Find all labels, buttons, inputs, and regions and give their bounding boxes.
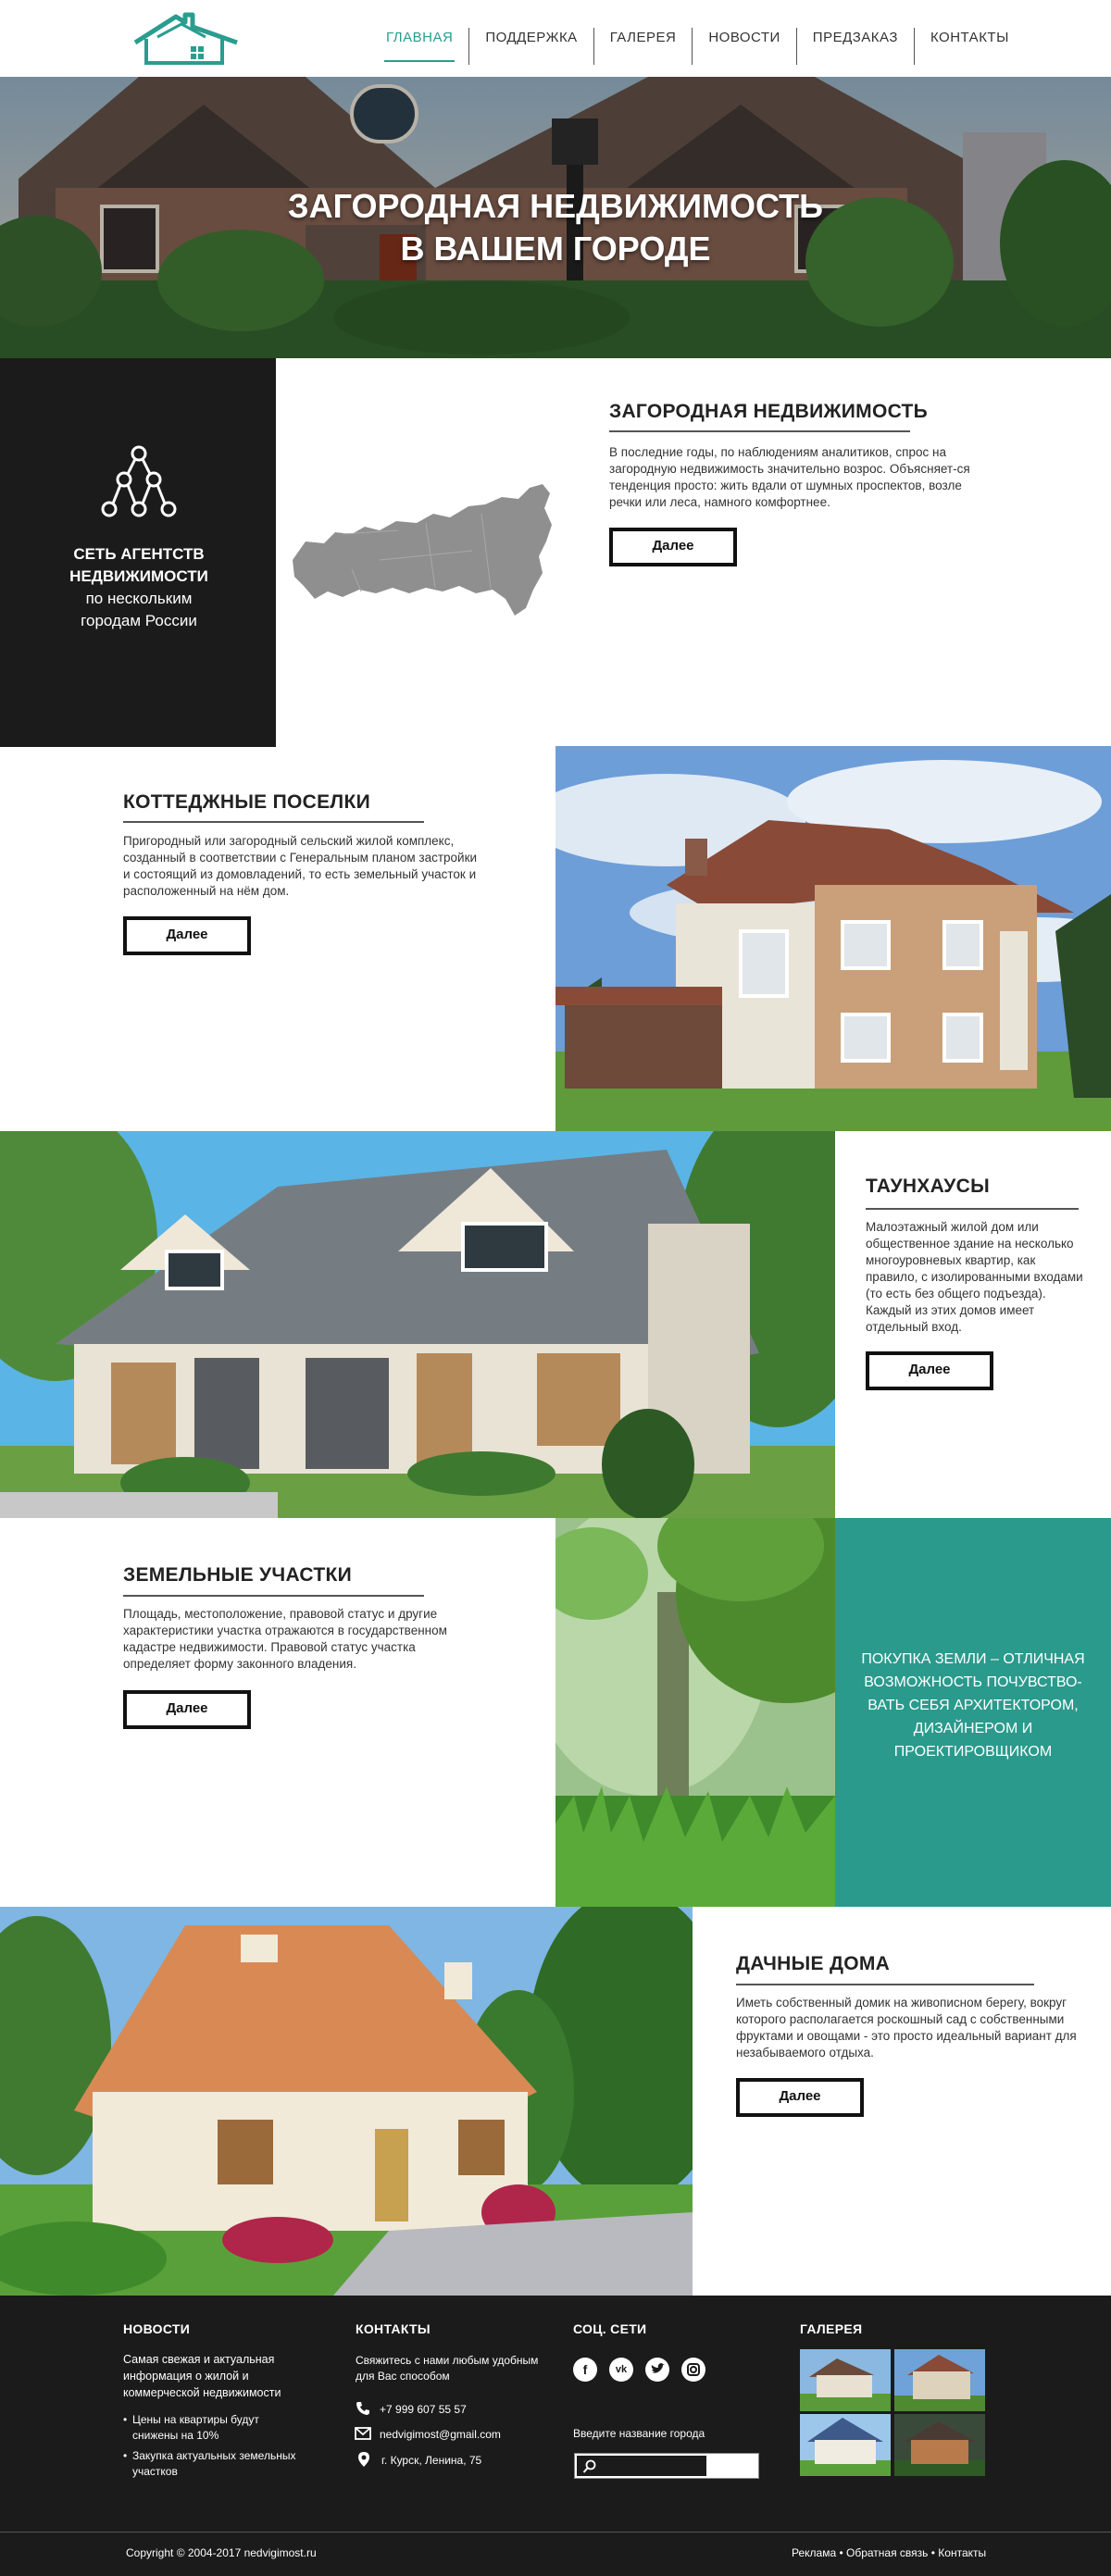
agency-line-3: по нескольким (85, 590, 193, 607)
section-title-townhouse: ТАУНХАУСЫ (866, 1176, 990, 1197)
copyright: Copyright © 2004-2017 nedvigimost.ru (126, 2546, 317, 2559)
russia-map-icon (293, 484, 552, 616)
section-text-townhouse: Малоэтажный жилой дом или общественное з… (866, 1220, 1083, 1334)
hero-title: ЗАГОРОДНАЯ НЕДВИЖИМОСТЬ В ВАШЕМ ГОРОДЕ (288, 187, 823, 268)
contact-phone[interactable]: +7 999 607 55 57 (380, 2402, 467, 2418)
section-text-cottage: Пригородный или загородный сельский жило… (123, 834, 478, 898)
title-underline (736, 1984, 1034, 1985)
gallery-thumbnail[interactable] (894, 2414, 985, 2476)
agency-line-4: городам России (81, 612, 197, 629)
agency-description: СЕТЬ АГЕНТСТВ НЕДВИЖИМОСТИ по нескольким… (28, 543, 250, 632)
city-search-label: Введите название города (573, 2427, 705, 2440)
network-tree-icon (101, 445, 177, 517)
nav-item-gallery[interactable]: ГАЛЕРЕЯ (594, 0, 693, 67)
footer-gallery-heading: ГАЛЕРЕЯ (800, 2321, 863, 2336)
section-text-land: Площадь, местоположение, правовой статус… (123, 1607, 447, 1671)
section-title-dacha: ДАЧНЫЕ ДОМА (736, 1953, 891, 1974)
facebook-icon[interactable]: f (573, 2358, 597, 2382)
forest-photo (556, 1518, 835, 1907)
townhouse-photo (0, 1131, 835, 1518)
nav-item-preorder[interactable]: ПРЕДЗАКАЗ (797, 0, 914, 67)
agency-line-2: НЕДВИЖИМОСТИ (69, 567, 208, 585)
section-title-land: ЗЕМЕЛЬНЫЕ УЧАСТКИ (123, 1564, 352, 1586)
title-underline (123, 1595, 424, 1597)
phone-icon (356, 2402, 369, 2415)
bullet: • (123, 2449, 128, 2462)
section-title-cottage: КОТТЕДЖНЫЕ ПОСЕЛКИ (123, 791, 370, 813)
footer-news-item[interactable]: • Закупка актуальных земельных участков (123, 2448, 304, 2480)
title-underline (866, 1208, 1079, 1210)
section-text-country: В последние годы, по наблюдениям аналити… (609, 445, 970, 509)
instagram-icon[interactable] (681, 2358, 705, 2382)
teal-promo-text: ПОКУПКА ЗЕМЛИ – ОТЛИЧНАЯ ВОЗМОЖНОСТЬ ПОЧ… (861, 1651, 1085, 1760)
gallery-thumbnail[interactable] (800, 2414, 891, 2476)
footer-social-heading: СОЦ. СЕТИ (573, 2321, 647, 2336)
vk-icon[interactable]: vk (609, 2358, 633, 2382)
gallery-thumbnail[interactable] (800, 2349, 891, 2411)
city-search-field (576, 2455, 707, 2477)
footer-contacts-intro: Свяжитесь с нами любым удобным для Вас с… (356, 2354, 539, 2383)
footer-news-item[interactable]: • Цены на квартиры будут снижены на 10% (123, 2412, 304, 2444)
cottage-photo (556, 746, 1111, 1131)
footer-links[interactable]: Реклама • Обратная связь • Контакты (792, 2545, 986, 2561)
section-title-country: ЗАГОРОДНАЯ НЕДВИЖИМОСТЬ (609, 401, 929, 422)
nav-item-home[interactable]: ГЛАВНАЯ (370, 0, 468, 67)
site-header: ГЛАВНАЯ ПОДДЕРЖКА ГАЛЕРЕЯ НОВОСТИ ПРЕДЗА… (0, 0, 1111, 77)
more-button-dacha[interactable]: Далее (736, 2078, 864, 2117)
agency-line-1: СЕТЬ АГЕНТСТВ (73, 545, 205, 563)
nav-item-contacts[interactable]: КОНТАКТЫ (915, 0, 1025, 67)
footer-news-heading: НОВОСТИ (123, 2321, 191, 2336)
email-icon (355, 2427, 371, 2440)
footer-contacts-heading: КОНТАКТЫ (356, 2321, 431, 2336)
nav-item-news[interactable]: НОВОСТИ (693, 0, 795, 67)
house-logo-icon[interactable] (130, 11, 243, 67)
nav-item-support[interactable]: ПОДДЕРЖКА (469, 0, 593, 67)
gallery-thumbnail[interactable] (894, 2349, 985, 2411)
title-underline (609, 430, 910, 432)
more-button-country[interactable]: Далее (609, 528, 737, 566)
location-pin-icon (358, 2452, 369, 2467)
title-underline (123, 821, 424, 823)
main-nav: ГЛАВНАЯ ПОДДЕРЖКА ГАЛЕРЕЯ НОВОСТИ ПРЕДЗА… (370, 0, 1025, 77)
dacha-photo (0, 1907, 693, 2296)
bullet: • (123, 2413, 128, 2426)
twitter-icon[interactable] (645, 2358, 669, 2382)
more-button-cottage[interactable]: Далее (123, 916, 251, 955)
contact-address: г. Курск, Ленина, 75 (381, 2454, 482, 2467)
more-button-land[interactable]: Далее (123, 1690, 251, 1729)
more-button-townhouse[interactable]: Далее (866, 1351, 993, 1390)
section-text-dacha: Иметь собственный домик на живописном бе… (736, 1996, 1077, 2060)
footer-news-intro: Самая свежая и актуальная информация о ж… (123, 2353, 281, 2399)
contact-email[interactable]: nedvigimost@gmail.com (380, 2427, 501, 2443)
search-icon (582, 2459, 596, 2473)
